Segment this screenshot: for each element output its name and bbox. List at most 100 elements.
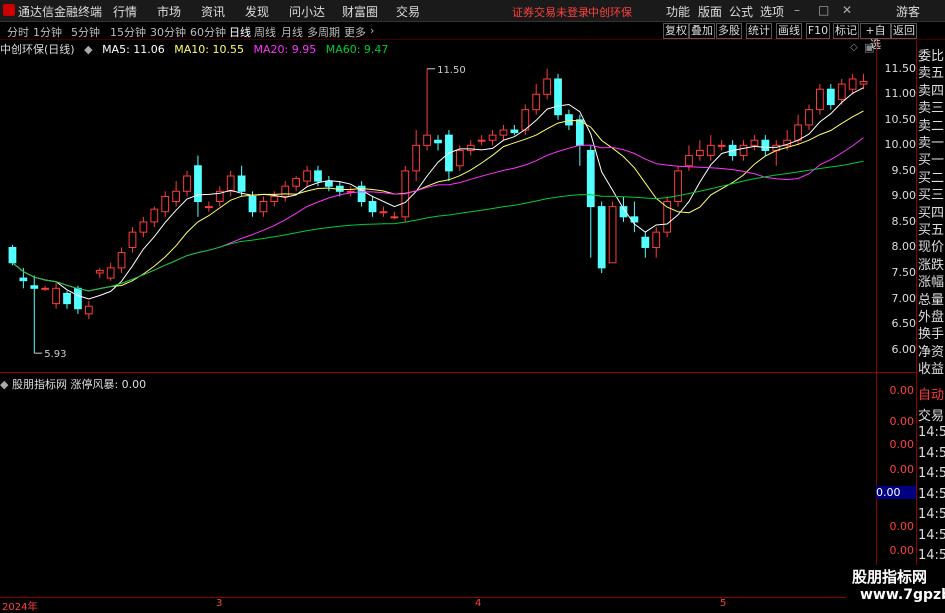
menu-item-options[interactable]: 选项 xyxy=(760,3,784,20)
ma-legend: 中创环保(日线) ◆ MA5: 11.06 MA10: 10.55 MA20: … xyxy=(0,41,394,56)
menu-item-discover[interactable]: 发现 xyxy=(245,3,269,20)
minimize-icon[interactable]: – xyxy=(794,3,800,17)
candle-body xyxy=(95,269,104,274)
menu-item-market[interactable]: 市场 xyxy=(157,3,181,20)
period-30min[interactable]: 30分钟 xyxy=(150,24,186,40)
side-label: 涨跌 xyxy=(918,257,945,273)
period-monthly[interactable]: 月线 xyxy=(281,24,303,40)
side-label: 委比 xyxy=(918,49,945,64)
candle-body xyxy=(314,170,322,182)
price-tick: 6.50 xyxy=(891,317,917,331)
period-more[interactable]: 更多 xyxy=(344,24,366,40)
side-label: 收益 xyxy=(918,362,945,378)
period-60min[interactable]: 60分钟 xyxy=(190,24,226,40)
time-label: 5 xyxy=(720,598,727,609)
candle-body xyxy=(379,211,388,214)
guest-label[interactable]: 游客 xyxy=(896,3,920,20)
indicator-current-value: 0.00 xyxy=(876,486,916,499)
candle-body xyxy=(172,190,181,203)
indicator-toggle-icon[interactable]: ◆ xyxy=(0,378,8,391)
candle-body xyxy=(183,175,191,192)
time-axis: 2024年 3 4 5 xyxy=(0,598,878,613)
candle-body xyxy=(674,170,682,203)
indicator-tick: 0.00 xyxy=(889,520,915,533)
indicator-tick: 0.00 xyxy=(889,544,915,557)
candle-body xyxy=(761,139,770,151)
candle-body xyxy=(84,305,93,315)
menu-item-ask[interactable]: 问小达 xyxy=(289,3,325,20)
chevron-right-icon[interactable]: › xyxy=(370,24,374,37)
menu-item-wealth[interactable]: 财富圈 xyxy=(342,3,378,20)
candle-body xyxy=(237,175,246,192)
menu-item-function[interactable]: 功能 xyxy=(666,3,690,20)
period-intraday[interactable]: 分时 xyxy=(7,24,29,40)
candle-body xyxy=(368,201,377,213)
candle-body xyxy=(816,88,824,111)
candle-body xyxy=(41,287,50,290)
candle-body xyxy=(106,267,115,279)
side-trade-label[interactable]: 自动 xyxy=(918,384,945,403)
candle-body xyxy=(8,246,17,264)
candle-body xyxy=(150,208,159,223)
menu-item-quotes[interactable]: 行情 xyxy=(113,3,137,20)
stats-button[interactable]: 统计 xyxy=(746,23,772,39)
multi-stock-button[interactable]: 多股 xyxy=(716,23,742,39)
candle-body xyxy=(739,144,748,157)
high-label: 11.50 xyxy=(437,65,466,76)
side-trade-label[interactable]: 交易 xyxy=(918,405,945,424)
candle-body xyxy=(652,231,661,248)
candle-body xyxy=(750,139,759,146)
side-label: 卖五 xyxy=(918,66,945,82)
legend-toggle-icon[interactable]: ◆ xyxy=(84,43,92,56)
stock-title: 中创环保(日线) xyxy=(0,43,75,56)
candle-body xyxy=(641,236,650,248)
time-label: 2024年 xyxy=(2,602,38,613)
price-tick: 11.50 xyxy=(884,61,917,75)
period-weekly[interactable]: 周线 xyxy=(254,24,276,40)
indicator-name: 涨停风暴: 0.00 xyxy=(70,378,147,391)
price-tick: 10.00 xyxy=(884,138,917,152)
login-notice[interactable]: 证券交易未登录 xyxy=(512,4,589,20)
candle-body xyxy=(695,149,704,157)
f10-button[interactable]: F10 xyxy=(806,23,830,39)
add-watchlist-button[interactable]: +自选 xyxy=(860,23,891,51)
draw-button[interactable]: 画线 xyxy=(776,23,802,39)
candle-body xyxy=(826,88,835,106)
overlay-button[interactable]: 叠加 xyxy=(689,23,715,39)
candlestick-chart[interactable]: 11.50 5.93 xyxy=(0,56,876,370)
period-toolbar: 分时 1分钟 5分钟 15分钟 30分钟 60分钟 日线 周线 月线 多周期 更… xyxy=(0,22,945,51)
period-multi[interactable]: 多周期 xyxy=(307,24,340,40)
side-label: 买二 xyxy=(918,170,945,186)
menu-item-layout[interactable]: 版面 xyxy=(698,3,722,20)
side-label: 换手 xyxy=(918,327,945,343)
candle-body xyxy=(532,93,541,111)
side-label: 涨幅 xyxy=(918,275,945,291)
legend-ma60: MA60: 9.47 xyxy=(325,43,389,56)
candle-body xyxy=(161,195,170,213)
menu-item-formula[interactable]: 公式 xyxy=(729,3,753,20)
period-15min[interactable]: 15分钟 xyxy=(110,24,146,40)
indicator-tick: 0.00 xyxy=(889,415,915,428)
side-label: 买一 xyxy=(918,153,945,169)
price-tick: 8.50 xyxy=(891,214,917,228)
menu-item-trade[interactable]: 交易 xyxy=(396,3,420,20)
back-button[interactable]: 返回 xyxy=(891,23,917,39)
candle-body xyxy=(74,287,82,310)
period-1min[interactable]: 1分钟 xyxy=(33,24,62,40)
menu-item-news[interactable]: 资讯 xyxy=(201,3,225,20)
candle-body xyxy=(434,139,442,144)
tick-time: 14:56 xyxy=(918,466,945,481)
indicator-tick: 0.00 xyxy=(889,384,915,397)
close-icon[interactable]: ✕ xyxy=(842,3,852,17)
adjust-button[interactable]: 复权 xyxy=(663,23,689,39)
diamond-icon[interactable]: ◇ xyxy=(850,42,858,53)
period-daily[interactable]: 日线 xyxy=(229,24,251,40)
maximize-icon[interactable]: □ xyxy=(818,3,829,17)
candle-body xyxy=(30,285,39,289)
price-axis-line xyxy=(876,40,877,609)
candle-body xyxy=(575,119,584,146)
mark-button[interactable]: 标记 xyxy=(833,23,859,39)
window-icon[interactable]: ▣ xyxy=(864,41,874,54)
period-5min[interactable]: 5分钟 xyxy=(71,24,100,40)
candle-body xyxy=(292,178,301,187)
